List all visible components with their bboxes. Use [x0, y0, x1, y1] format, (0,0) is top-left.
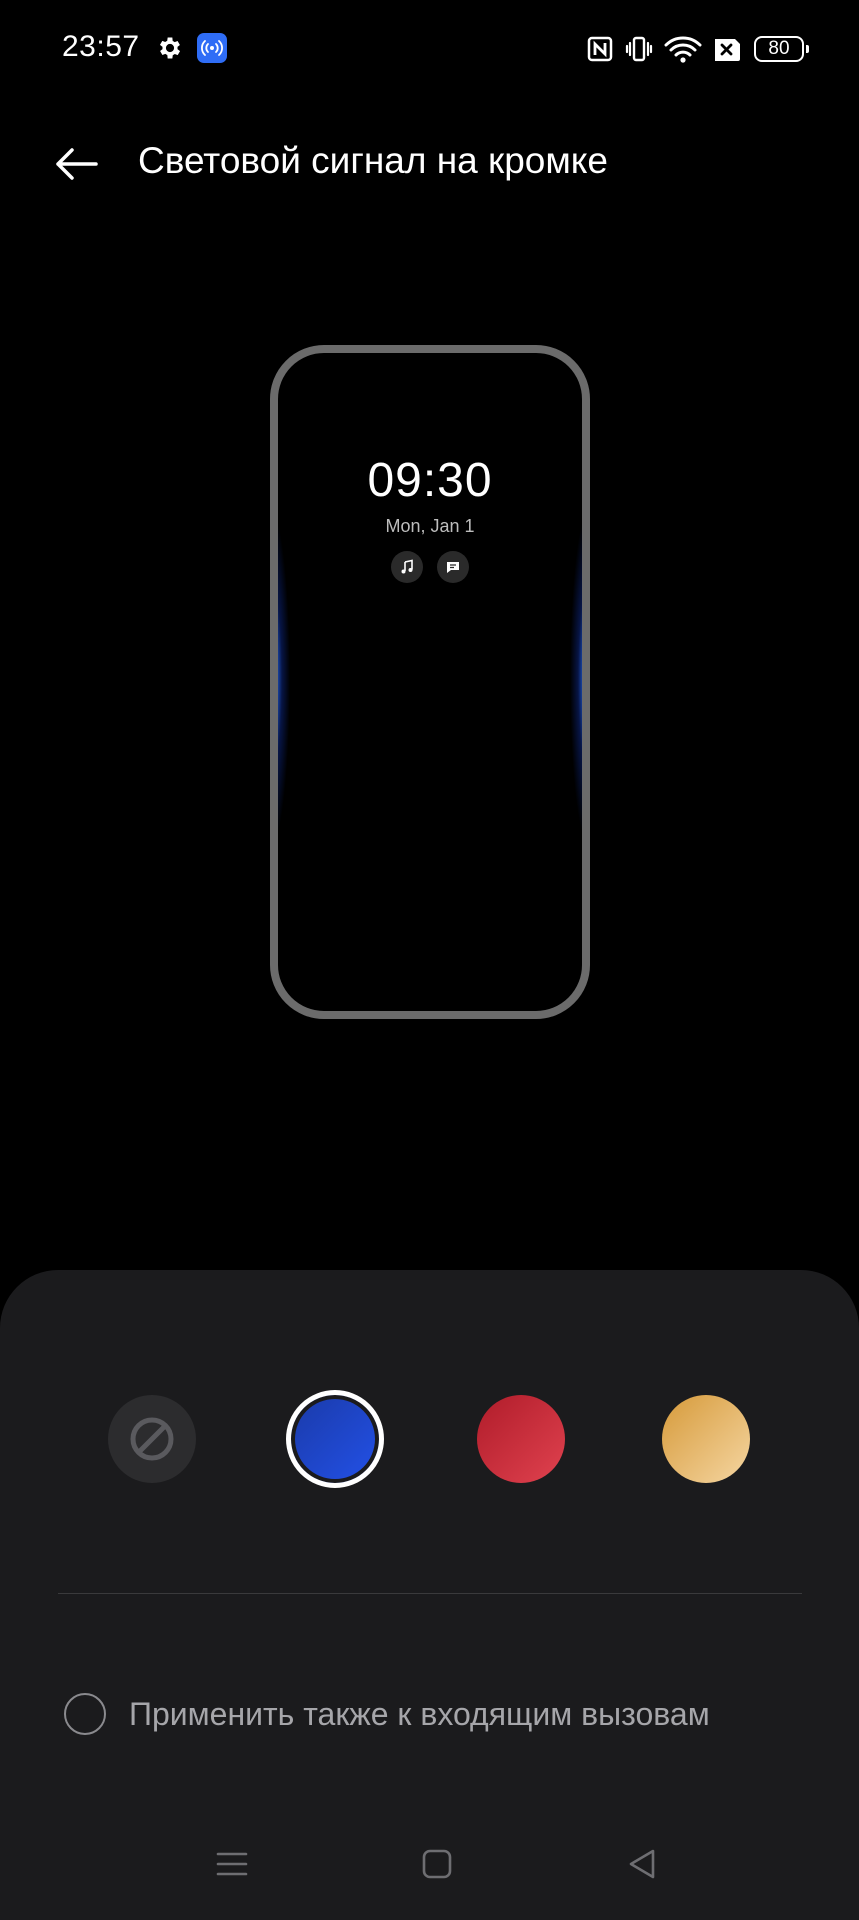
menu-icon[interactable] [212, 1844, 252, 1884]
prohibited-icon [130, 1417, 174, 1461]
no-sim-icon [715, 39, 740, 61]
preview-notification-icons [278, 551, 582, 583]
battery-level: 80 [768, 38, 790, 59]
hotspot-icon [197, 33, 227, 63]
incoming-calls-radio[interactable] [64, 1693, 106, 1735]
bottom-sheet [0, 1270, 859, 1920]
incoming-calls-label: Применить также к входящим вызовам [129, 1696, 710, 1732]
back-triangle-icon[interactable] [622, 1844, 662, 1884]
home-icon[interactable] [417, 1844, 457, 1884]
message-icon [437, 551, 469, 583]
wifi-icon [664, 36, 702, 63]
color-option-gold[interactable] [662, 1395, 750, 1483]
music-note-icon [391, 551, 423, 583]
preview-clock: 09:30 [367, 454, 493, 507]
gear-icon [159, 37, 181, 59]
battery-icon: 80 [754, 36, 809, 62]
divider [58, 1593, 802, 1594]
phone-preview: 09:30 Mon, Jan 1 [270, 345, 590, 1019]
incoming-calls-option[interactable]: Применить также к входящим вызовам [62, 1690, 822, 1740]
preview-date: Mon, Jan 1 [385, 516, 475, 536]
vibrate-icon [625, 36, 653, 62]
color-option-blue[interactable] [286, 1390, 384, 1488]
status-bar: 23:57 80 [0, 0, 859, 100]
navigation-bar [0, 1830, 859, 1900]
color-option-none[interactable] [108, 1395, 196, 1483]
screen: 23:57 80 Световой сигнал на кромке 09:30… [0, 0, 859, 1920]
status-time: 23:57 [62, 30, 140, 63]
color-option-red[interactable] [477, 1395, 565, 1483]
page-title: Световой сигнал на кромке [138, 140, 608, 181]
back-button[interactable] [50, 138, 102, 190]
nfc-icon [587, 36, 613, 62]
